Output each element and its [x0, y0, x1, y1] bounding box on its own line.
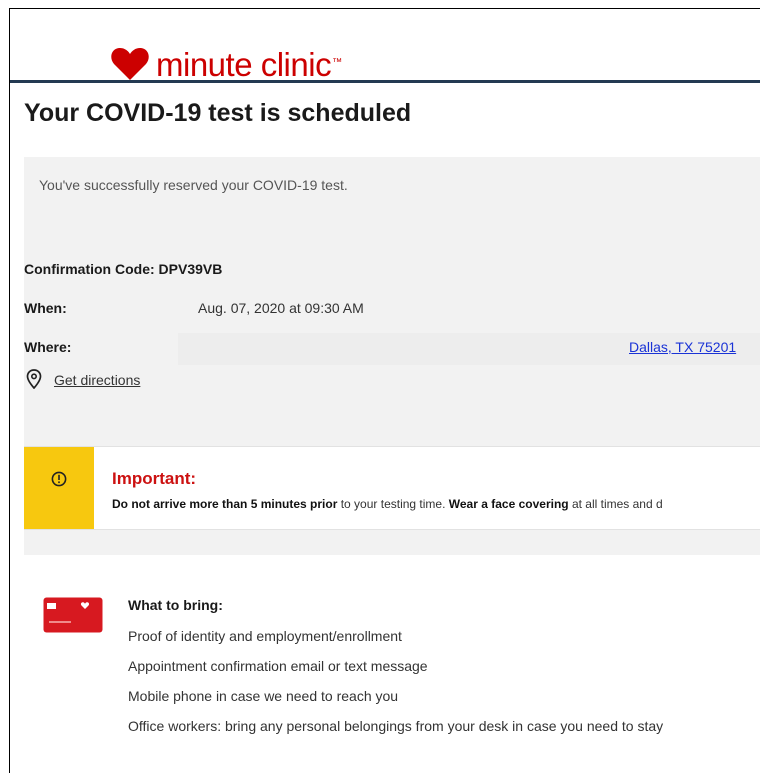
important-text-bold-2: Wear a face covering: [448, 497, 569, 511]
important-title: Important:: [112, 469, 197, 488]
list-item: Appointment confirmation email or text m…: [128, 658, 428, 674]
minute-clinic-logo[interactable]: minute clinic ™: [110, 44, 342, 84]
when-label: When:: [24, 300, 67, 316]
important-text-bold-1: Do not arrive more than 5 minutes prior: [112, 497, 338, 511]
logo-text: minute clinic: [156, 45, 332, 83]
alert-circle-icon: [51, 471, 67, 487]
important-text-2: to your testing time.: [337, 497, 449, 511]
list-item: Office workers: bring any personal belon…: [128, 718, 664, 734]
map-pin-icon: [26, 369, 42, 389]
id-card-icon: [43, 597, 103, 633]
where-label: Where:: [24, 339, 72, 355]
important-accent-strip: [24, 447, 94, 529]
what-to-bring-list: Proof of identity and employment/enrollm…: [128, 629, 760, 749]
confirmation-code-row: Confirmation Code: DPV39VB: [24, 261, 222, 277]
list-item: Mobile phone in case we need to reach yo…: [128, 688, 399, 704]
where-location-link[interactable]: Dallas, TX 75201: [629, 339, 736, 355]
when-value: Aug. 07, 2020 at 09:30 AM: [198, 300, 364, 316]
what-to-bring-title: What to bring:: [128, 597, 223, 613]
success-message: You've successfully reserved your COVID-…: [39, 177, 348, 193]
logo-trademark: ™: [332, 56, 343, 68]
header-divider: [10, 80, 760, 83]
important-notice: Important: Do not arrive more than 5 min…: [24, 446, 760, 530]
list-item: Proof of identity and employment/enrollm…: [128, 629, 402, 644]
confirmation-code-value: DPV39VB: [158, 261, 223, 277]
confirmation-code-label: Confirmation Code:: [24, 261, 155, 277]
get-directions-link[interactable]: Get directions: [54, 372, 140, 388]
important-text: Do not arrive more than 5 minutes prior …: [112, 497, 760, 511]
heart-icon: [111, 47, 149, 80]
page-title: Your COVID-19 test is scheduled: [24, 99, 412, 127]
important-text-4: at all times and d: [568, 497, 663, 511]
